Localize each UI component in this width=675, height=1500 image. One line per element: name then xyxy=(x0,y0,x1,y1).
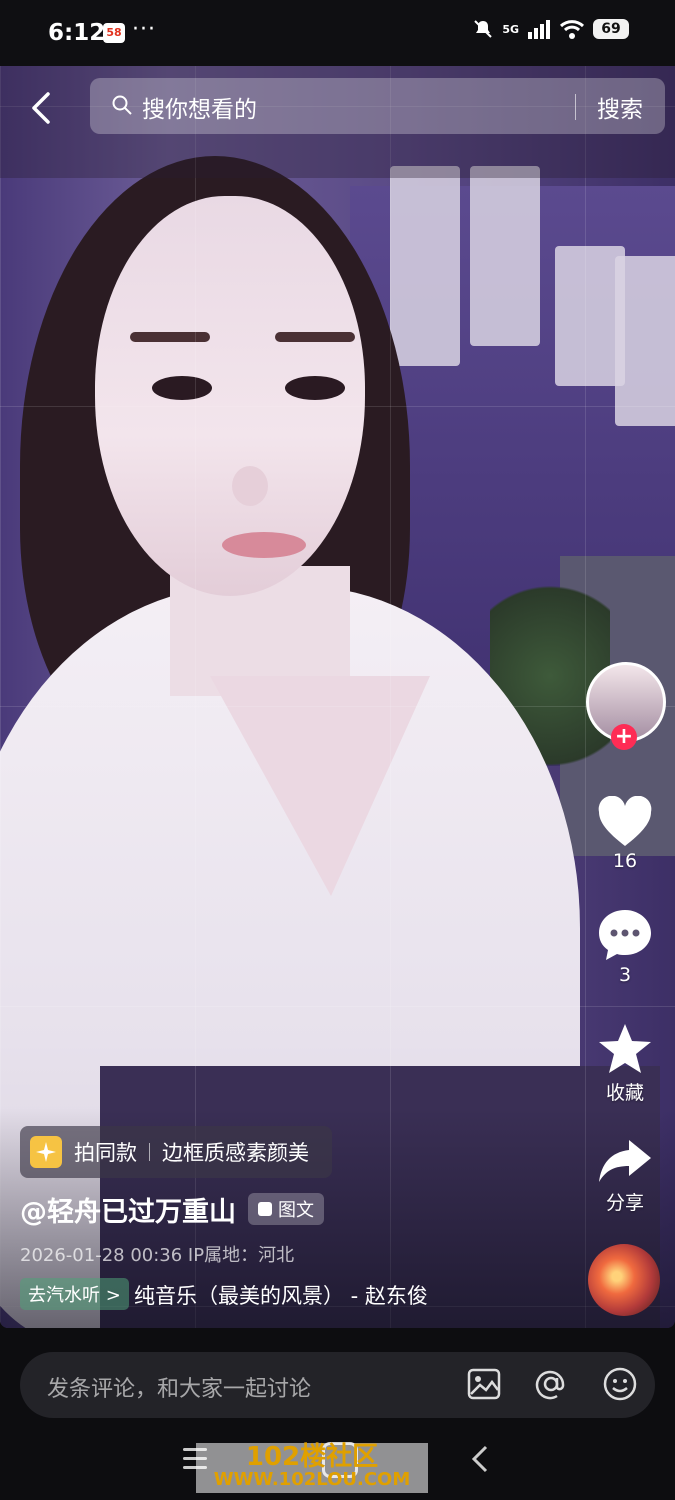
share-icon xyxy=(599,1140,651,1182)
share-button[interactable]: 分享 xyxy=(590,1136,660,1215)
comment-count: 3 xyxy=(618,964,632,986)
comment-icon xyxy=(599,910,651,960)
music-disc-icon[interactable] xyxy=(588,1244,660,1316)
watermark: 102楼社区 WWW.102LOU.COM xyxy=(196,1443,428,1493)
image-text-icon xyxy=(258,1202,272,1216)
post-type-label: 图文 xyxy=(278,1200,314,1221)
image-icon[interactable] xyxy=(466,1366,502,1402)
search-placeholder[interactable]: 搜你想看的 xyxy=(142,90,257,124)
post-meta: 2026-01-28 00:36 IP属地：河北 xyxy=(20,1245,295,1266)
music-title[interactable]: 纯音乐（最美的风景） - 赵东俊 xyxy=(134,1280,428,1310)
chip-divider xyxy=(149,1143,150,1161)
mention-icon[interactable] xyxy=(533,1366,569,1402)
favorite-label: 收藏 xyxy=(605,1082,644,1104)
watermark-title: 102楼社区 xyxy=(245,1442,379,1472)
share-label: 分享 xyxy=(605,1192,644,1214)
like-button[interactable]: 16 xyxy=(590,796,660,872)
app-badge-icon: 58 xyxy=(103,23,125,43)
follow-plus-icon[interactable]: + xyxy=(611,724,637,750)
battery-icon: 69 xyxy=(593,19,629,39)
template-effect: 边框质感素颜美 xyxy=(162,1141,309,1165)
signal-icon xyxy=(528,20,550,39)
search-button[interactable]: 搜索 xyxy=(597,90,643,124)
favorite-button[interactable]: 收藏 xyxy=(590,1022,660,1105)
watermark-url: WWW.102LOU.COM xyxy=(213,1469,411,1490)
status-bar: 6:12 58 ··· 5G 69 xyxy=(0,0,675,66)
template-label: 拍同款 xyxy=(74,1141,137,1165)
search-divider xyxy=(575,94,576,120)
search-icon xyxy=(112,95,132,115)
comment-placeholder[interactable]: 发条评论，和大家一起讨论 xyxy=(47,1371,311,1403)
star-icon xyxy=(599,1024,651,1073)
emoji-icon[interactable] xyxy=(602,1366,638,1402)
network-label: 5G xyxy=(502,22,519,36)
more-notifications-icon: ··· xyxy=(132,17,156,42)
status-time: 6:12 xyxy=(48,20,106,46)
sparkle-icon xyxy=(30,1136,62,1168)
mute-icon xyxy=(474,20,493,38)
open-music-app-link[interactable]: 去汽水听 > xyxy=(20,1278,129,1310)
heart-icon xyxy=(598,796,652,846)
template-chip[interactable]: 拍同款 边框质感素颜美 xyxy=(20,1126,332,1178)
comment-button[interactable]: 3 xyxy=(590,908,660,986)
post-type-badge: 图文 xyxy=(248,1193,324,1225)
wifi-icon xyxy=(559,20,585,39)
back-icon[interactable] xyxy=(28,90,58,126)
nav-back-icon[interactable] xyxy=(470,1444,490,1474)
status-icons: 5G 69 xyxy=(472,18,629,40)
like-count: 16 xyxy=(612,850,638,872)
author-name[interactable]: @轻舟已过万重山 xyxy=(20,1190,236,1229)
